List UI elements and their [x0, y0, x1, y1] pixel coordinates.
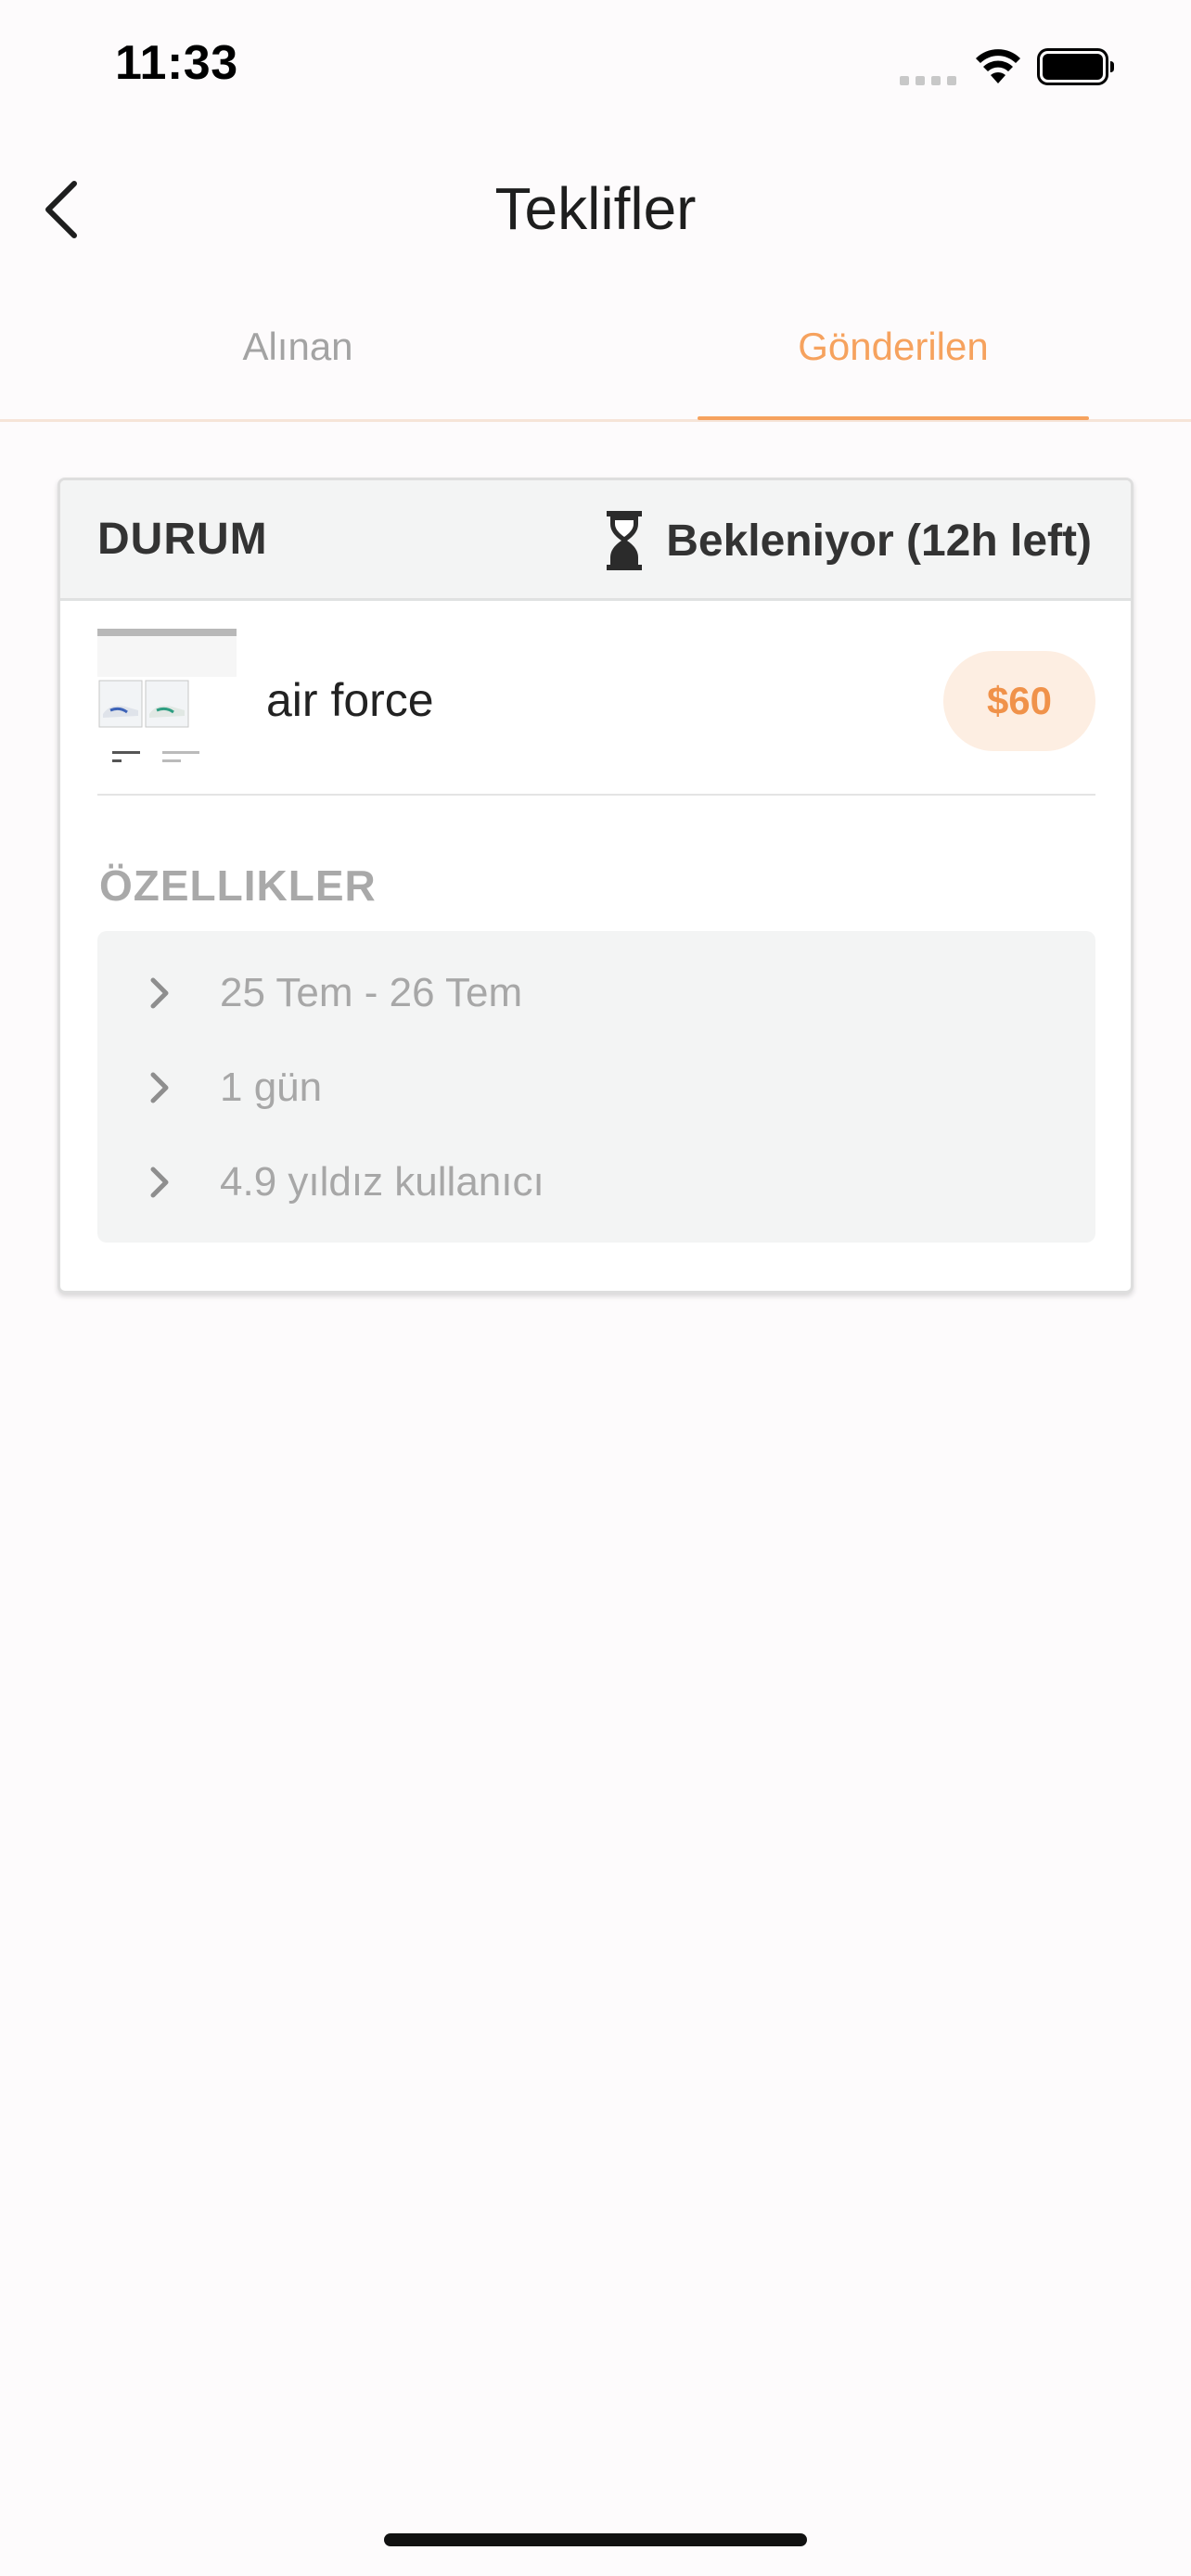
- tab-received[interactable]: Alınan: [0, 306, 596, 422]
- hourglass-icon: [607, 511, 643, 570]
- home-indicator[interactable]: [384, 2533, 807, 2546]
- battery-icon: [1037, 48, 1114, 85]
- feature-item-rating[interactable]: 4.9 yıldız kullanıcı: [97, 1141, 1095, 1224]
- price-badge: $60: [943, 651, 1095, 751]
- feature-item-dates[interactable]: 25 Tem - 26 Tem: [97, 951, 1095, 1035]
- features-list: 25 Tem - 26 Tem 1 gün 4.9 yıldız kullanı…: [97, 931, 1095, 1243]
- feature-text: 25 Tem - 26 Tem: [220, 970, 523, 1015]
- features-title: ÖZELLIKLER: [99, 861, 377, 910]
- cellular-signal-icon: [900, 72, 957, 85]
- offer-card[interactable]: DURUM Bekleniyor (12h left) air force $6…: [58, 478, 1133, 1294]
- active-tab-indicator: [698, 416, 1089, 420]
- chevron-right-icon: [150, 1167, 169, 1198]
- product-name: air force: [266, 674, 434, 726]
- chevron-right-icon: [150, 1072, 169, 1103]
- offers-screen: 11:33 Teklifler Alınan Gönderilen DURUM …: [0, 0, 1191, 2576]
- offers-tab-bar: Alınan Gönderilen: [0, 306, 1191, 422]
- product-thumbnail: [97, 629, 237, 768]
- page-title: Teklifler: [494, 175, 697, 242]
- feature-text: 1 gün: [220, 1065, 323, 1110]
- status-value: Bekleniyor (12h left): [666, 516, 1092, 566]
- wifi-icon: [976, 49, 1020, 83]
- offer-product-row[interactable]: air force $60: [97, 619, 1095, 796]
- feature-item-duration[interactable]: 1 gün: [97, 1046, 1095, 1129]
- status-label: DURUM: [97, 515, 268, 564]
- offer-status-header: DURUM Bekleniyor (12h left): [60, 480, 1131, 601]
- navigation-bar: Teklifler: [0, 139, 1191, 278]
- status-bar: 11:33: [0, 0, 1191, 139]
- chevron-right-icon: [150, 977, 169, 1009]
- feature-text: 4.9 yıldız kullanıcı: [220, 1159, 544, 1205]
- tab-sent[interactable]: Gönderilen: [596, 306, 1191, 422]
- status-indicator: Bekleniyor (12h left): [605, 510, 1092, 571]
- price-value: $60: [986, 679, 1053, 722]
- status-time: 11:33: [115, 36, 238, 90]
